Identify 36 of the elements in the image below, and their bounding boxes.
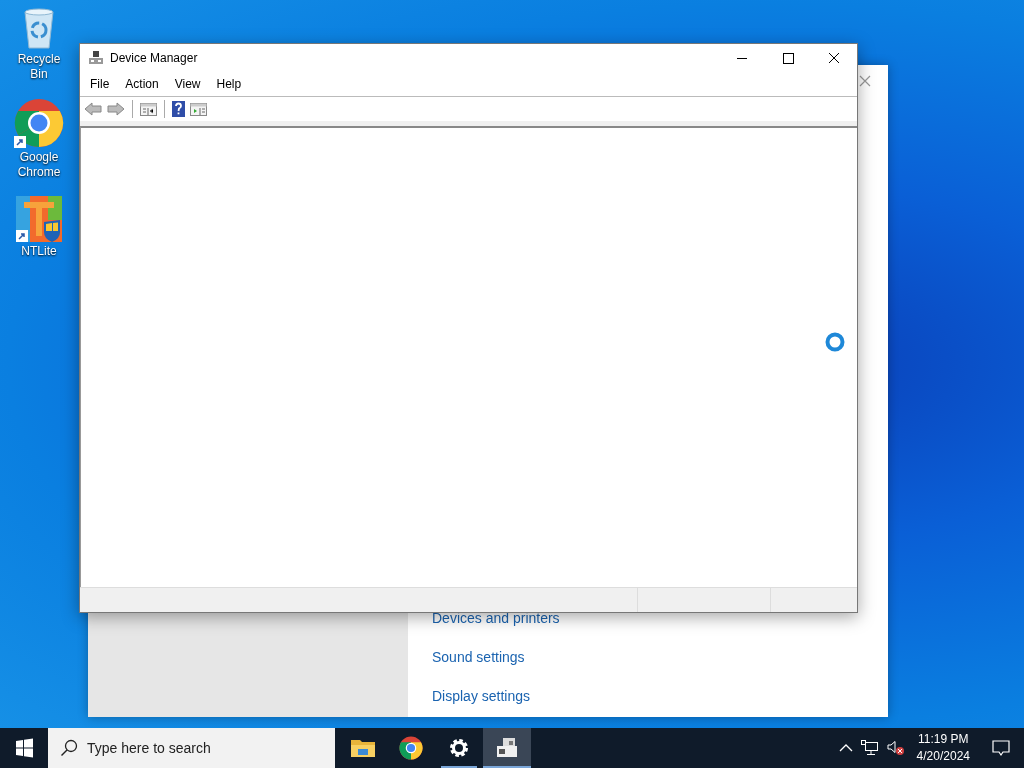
clock-date[interactable]: 4/20/2024 xyxy=(916,748,970,765)
desktop-shortcut[interactable]: Recycle Bin xyxy=(2,6,76,82)
console-tree-icon[interactable] xyxy=(140,102,157,116)
chrome-icon xyxy=(399,736,423,760)
forward-arrow-icon[interactable] xyxy=(107,102,125,116)
shortcut-label: Google Chrome xyxy=(16,150,62,180)
desktop-shortcut[interactable]: NTLite xyxy=(2,196,76,259)
search-icon xyxy=(60,739,78,757)
settings-link[interactable]: Sound settings xyxy=(432,648,888,667)
device-manager-icon xyxy=(88,50,104,66)
close-icon[interactable] xyxy=(859,75,871,87)
shortcut-label: NTLite xyxy=(20,244,58,259)
window-title: Device Manager xyxy=(110,51,199,65)
desktop-shortcut[interactable]: Google Chrome xyxy=(2,98,76,180)
device-manager-icon xyxy=(495,736,519,760)
folder-icon xyxy=(351,738,375,758)
caret-icon[interactable] xyxy=(838,743,853,753)
search-field[interactable]: Type here to search xyxy=(48,728,335,768)
settings-link[interactable]: Display settings xyxy=(432,687,888,706)
taskbar-app[interactable] xyxy=(483,728,531,768)
settings-icon xyxy=(448,737,470,759)
chrome-icon xyxy=(14,98,64,148)
help-icon[interactable] xyxy=(172,101,185,117)
menu-item[interactable]: View xyxy=(166,77,209,91)
app-shortcut-icon xyxy=(16,196,62,242)
menu-item[interactable]: Help xyxy=(208,77,250,91)
settings-link[interactable]: Devices and printers xyxy=(432,609,888,628)
back-arrow-icon[interactable] xyxy=(84,102,102,116)
network-icon[interactable] xyxy=(860,740,879,756)
notification-icon[interactable] xyxy=(992,739,1010,757)
menu-item[interactable]: Action xyxy=(117,77,167,91)
menu-item[interactable]: File xyxy=(82,77,118,91)
action-pane-icon[interactable] xyxy=(190,102,207,116)
muted-speaker-icon[interactable] xyxy=(886,740,905,756)
shortcut-label: Recycle Bin xyxy=(16,52,62,82)
clock-time[interactable]: 11:19 PM xyxy=(918,731,969,748)
